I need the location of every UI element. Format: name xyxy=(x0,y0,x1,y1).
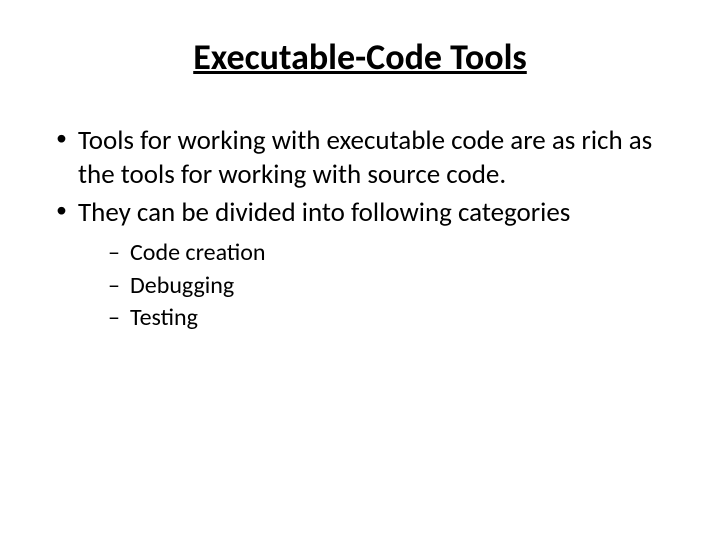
main-bullet-list: Tools for working with executable code a… xyxy=(50,124,670,334)
list-item: Code creation xyxy=(78,237,670,269)
sub-bullet-list: Code creation Debugging Testing xyxy=(78,237,670,334)
list-item-text: They can be divided into following categ… xyxy=(78,196,570,229)
list-item: Testing xyxy=(78,302,670,334)
list-item: They can be divided into following categ… xyxy=(50,196,670,335)
list-item: Tools for working with executable code a… xyxy=(50,124,670,192)
slide-title: Executable-Code Tools xyxy=(50,35,670,79)
list-item: Debugging xyxy=(78,270,670,302)
